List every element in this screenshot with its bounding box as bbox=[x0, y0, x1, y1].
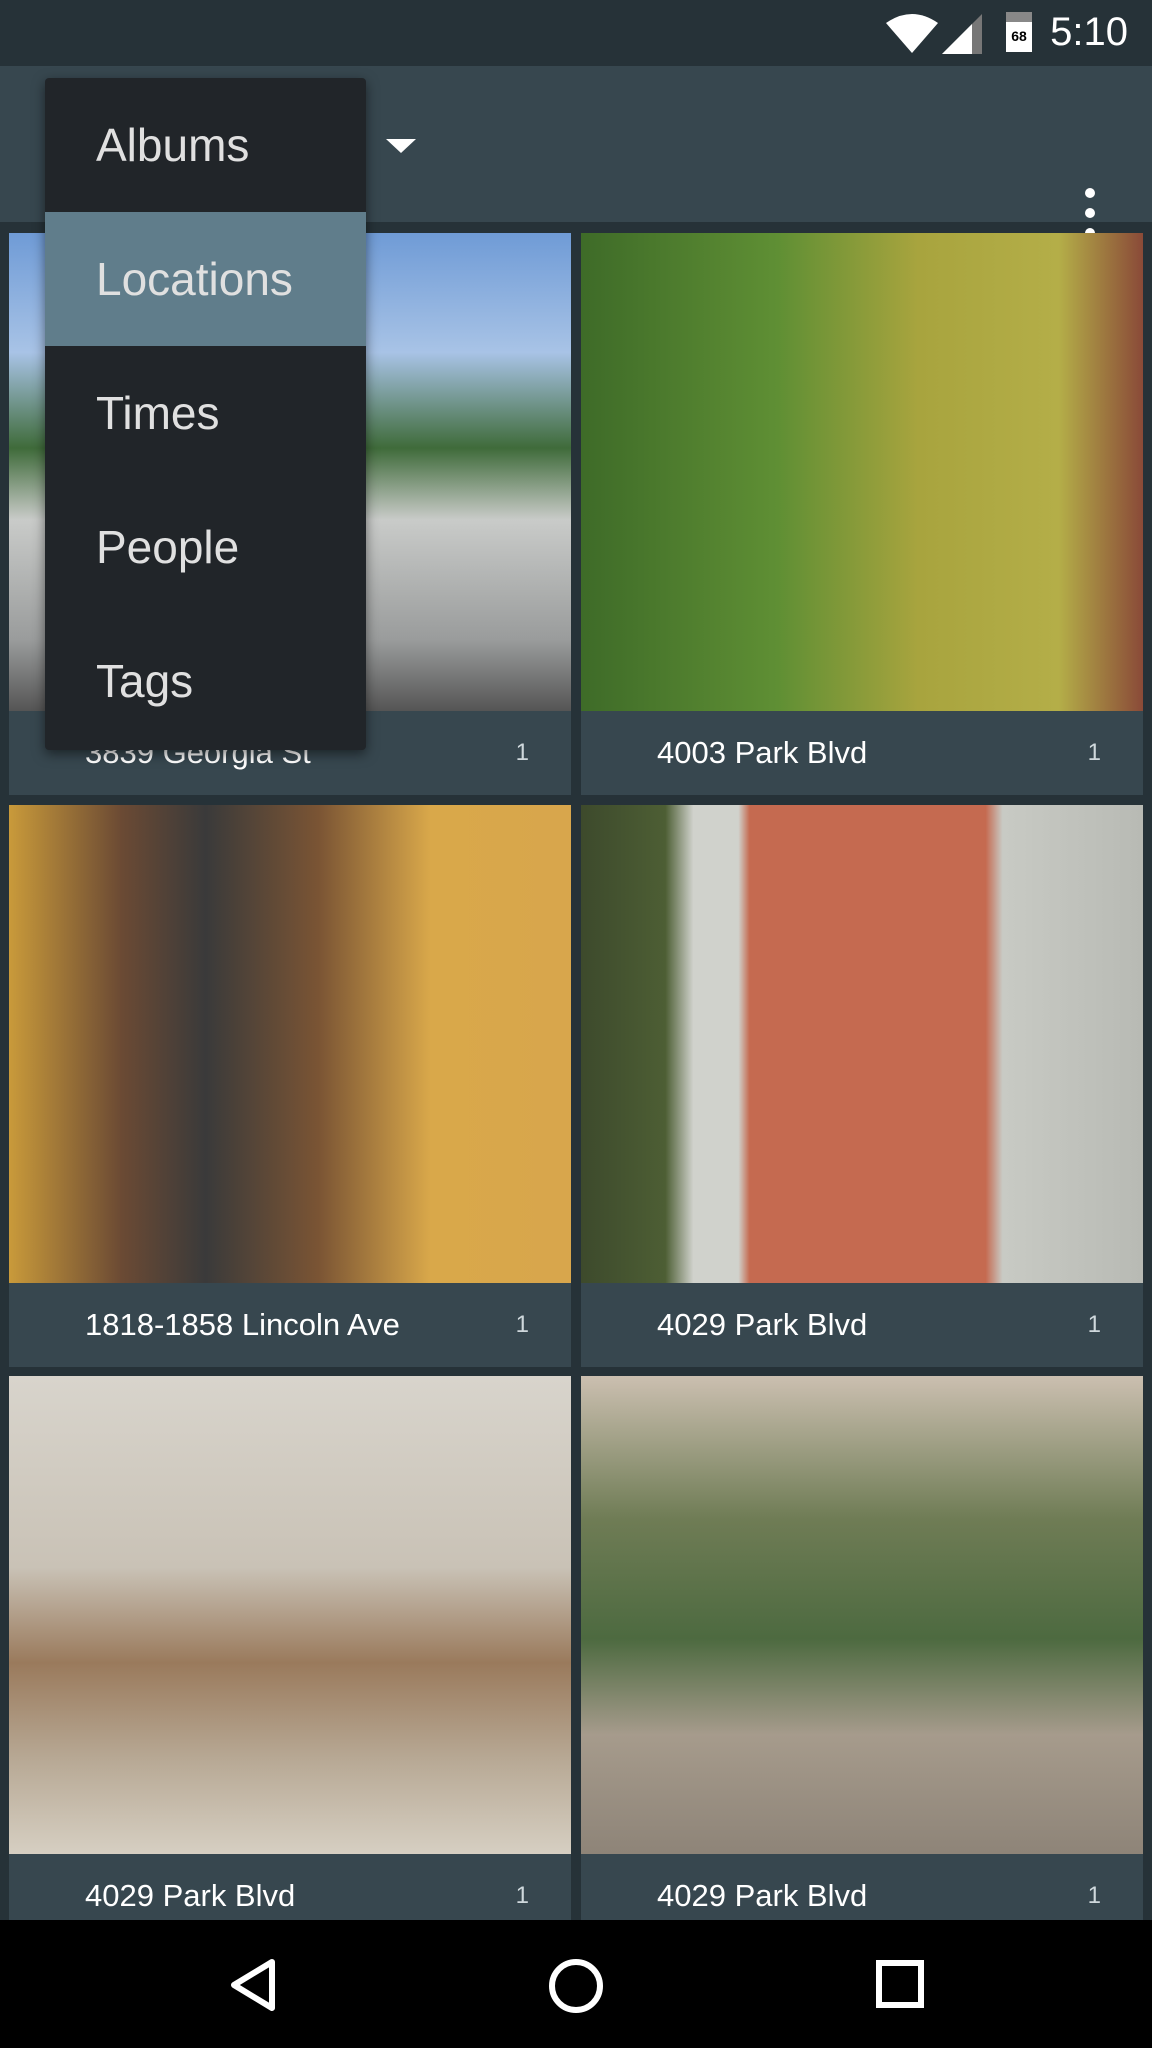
overflow-menu-icon[interactable] bbox=[1080, 188, 1100, 238]
status-bar: 68 5:10 bbox=[0, 0, 1152, 66]
wifi-icon bbox=[886, 14, 938, 53]
battery-level: 68 bbox=[1011, 28, 1027, 44]
recents-icon[interactable] bbox=[876, 1960, 924, 2008]
tile-name: 4029 Park Blvd bbox=[657, 1878, 868, 1913]
battery-icon: 68 bbox=[1006, 12, 1032, 52]
menu-item-albums[interactable]: Albums bbox=[45, 78, 366, 212]
tile-count: 1 bbox=[515, 1882, 529, 1909]
tile-count: 1 bbox=[515, 739, 529, 766]
location-tile[interactable]: 4029 Park Blvd 1 bbox=[581, 1376, 1143, 1938]
home-icon[interactable] bbox=[548, 1958, 604, 2014]
tile-name: 1818-1858 Lincoln Ave bbox=[85, 1307, 400, 1342]
location-tile[interactable]: 1818-1858 Lincoln Ave 1 bbox=[9, 805, 571, 1367]
tile-name: 4029 Park Blvd bbox=[85, 1878, 296, 1913]
photo-thumbnail bbox=[9, 1376, 571, 1854]
tile-count: 1 bbox=[515, 1311, 529, 1338]
photo-thumbnail bbox=[9, 805, 571, 1283]
menu-item-times[interactable]: Times bbox=[45, 346, 366, 480]
back-icon[interactable] bbox=[228, 1958, 278, 2012]
dropdown-caret-icon[interactable] bbox=[386, 139, 416, 153]
menu-item-tags[interactable]: Tags bbox=[45, 614, 366, 748]
photo-thumbnail bbox=[581, 805, 1143, 1283]
clock: 5:10 bbox=[1050, 10, 1128, 54]
tile-count: 1 bbox=[1087, 1882, 1101, 1909]
menu-item-people[interactable]: People bbox=[45, 480, 366, 614]
location-tile[interactable]: 4029 Park Blvd 1 bbox=[9, 1376, 571, 1938]
photo-thumbnail bbox=[581, 233, 1143, 711]
photo-thumbnail bbox=[581, 1376, 1143, 1854]
location-tile[interactable]: 4003 Park Blvd 1 bbox=[581, 233, 1143, 795]
tile-name: 4029 Park Blvd bbox=[657, 1307, 868, 1342]
tile-count: 1 bbox=[1087, 739, 1101, 766]
cell-signal-icon bbox=[942, 14, 982, 54]
tile-name: 4003 Park Blvd bbox=[657, 735, 868, 770]
menu-item-locations[interactable]: Locations bbox=[45, 212, 366, 346]
location-tile[interactable]: 4029 Park Blvd 1 bbox=[581, 805, 1143, 1367]
tile-count: 1 bbox=[1087, 1311, 1101, 1338]
navigation-bar bbox=[0, 1920, 1152, 2048]
view-dropdown-menu: Albums Locations Times People Tags bbox=[45, 78, 366, 750]
